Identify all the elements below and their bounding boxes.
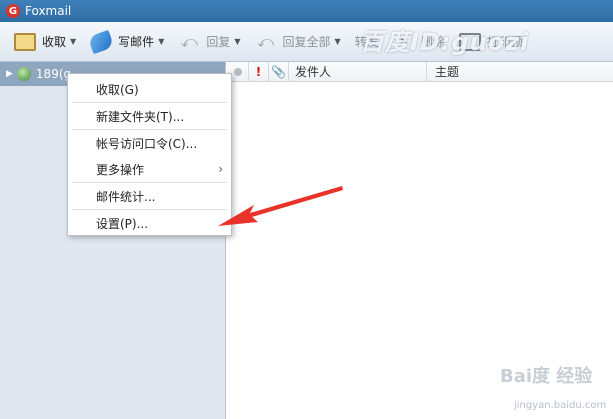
- chevron-down-icon[interactable]: ▼: [335, 37, 341, 46]
- chevron-down-icon[interactable]: ▼: [158, 37, 164, 46]
- print-label: 打印预: [486, 35, 523, 49]
- sender-column[interactable]: 发件人: [289, 61, 427, 82]
- foxmail-logo-icon: G: [6, 4, 20, 18]
- mail-list[interactable]: [227, 83, 613, 419]
- compose-button[interactable]: 写邮件 ▼: [87, 28, 164, 56]
- receive-label: 收取: [42, 35, 67, 49]
- receive-button[interactable]: 收取 ▼: [14, 28, 76, 56]
- chevron-down-icon[interactable]: ▼: [70, 37, 76, 46]
- importance-column[interactable]: !: [249, 61, 269, 82]
- reply-label: 回复: [206, 35, 231, 49]
- reply-button[interactable]: ⤺ 回复 ▼: [178, 28, 241, 56]
- window-title: Foxmail: [25, 4, 72, 18]
- chevron-right-icon: ›: [218, 162, 223, 176]
- title-bar: G Foxmail: [0, 0, 613, 22]
- feather-icon: [87, 29, 115, 54]
- menu-item-mail-statistics[interactable]: 邮件统计...: [68, 183, 231, 209]
- menu-item-more-actions[interactable]: 更多操作 ›: [68, 156, 231, 182]
- print-button[interactable]: 打印预: [458, 28, 523, 56]
- compose-label: 写邮件: [118, 35, 155, 49]
- menu-item-new-folder[interactable]: 新建文件夹(T)...: [68, 103, 231, 129]
- chevron-down-icon[interactable]: ▼: [234, 37, 240, 46]
- attachment-column[interactable]: 📎: [269, 61, 289, 82]
- dot-icon: [233, 67, 242, 76]
- reply-icon: ⤺: [180, 31, 198, 51]
- delete-icon: ✕: [397, 33, 410, 50]
- menu-item-label: 更多操作: [96, 162, 145, 177]
- forward-button[interactable]: 转发: [355, 28, 379, 56]
- printer-icon: [458, 32, 481, 51]
- menu-item-receive[interactable]: 收取(G): [68, 76, 231, 102]
- delete-button[interactable]: ✕ 删除: [393, 28, 445, 56]
- expand-triangle-icon[interactable]: ▶: [6, 69, 13, 79]
- reply-all-label: 回复全部: [282, 35, 331, 49]
- reply-all-button[interactable]: ⤺ 回复全部 ▼: [255, 28, 341, 56]
- delete-label: 删除: [420, 35, 445, 49]
- forward-label: 转发: [354, 35, 379, 49]
- inbox-icon: [14, 32, 36, 51]
- account-globe-icon: [16, 67, 31, 81]
- menu-item-access-password[interactable]: 帐号访问口令(C)...: [68, 130, 231, 156]
- subject-column[interactable]: 主题: [427, 62, 613, 82]
- toolbar: 收取 ▼ 写邮件 ▼ ⤺ 回复 ▼ ⤺ 回复全部 ▼ 转发 ✕ 删除 打印预: [0, 22, 613, 62]
- context-menu: 收取(G) 新建文件夹(T)... 帐号访问口令(C)... 更多操作 › 邮件…: [67, 73, 232, 236]
- mail-list-header: ! 📎 发件人 主题: [227, 61, 613, 82]
- menu-item-settings[interactable]: 设置(P)...: [68, 210, 231, 236]
- reply-all-icon: ⤺: [256, 31, 275, 51]
